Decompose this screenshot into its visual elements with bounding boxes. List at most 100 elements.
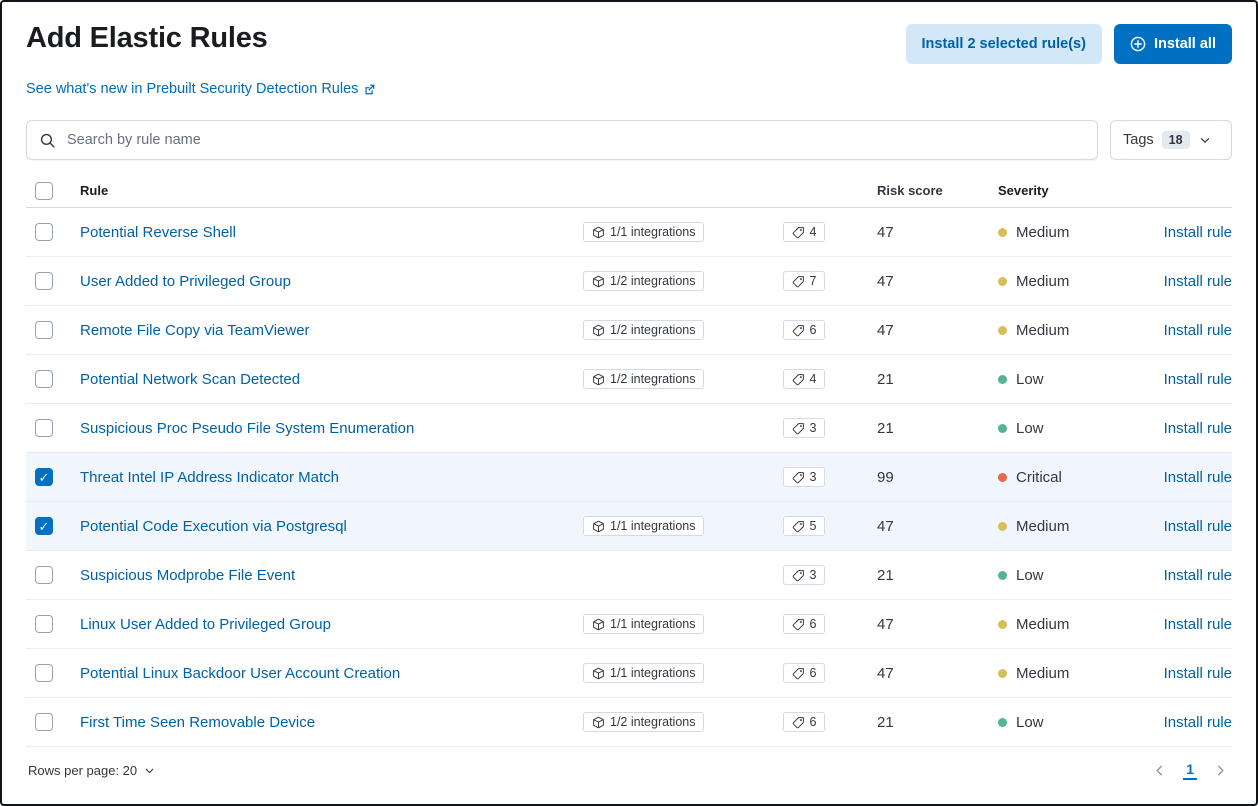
- package-icon: [592, 324, 605, 337]
- package-icon: [592, 520, 605, 533]
- tags-count: 7: [810, 274, 817, 288]
- tags-badge[interactable]: 6: [783, 663, 826, 683]
- tags-count: 3: [810, 470, 817, 484]
- row-checkbox[interactable]: [35, 223, 53, 241]
- install-all-label: Install all: [1154, 36, 1216, 52]
- table-row: Remote File Copy via TeamViewer 1/2 inte…: [26, 306, 1232, 355]
- integrations-badge: 1/1 integrations: [583, 222, 704, 242]
- install-selected-button[interactable]: Install 2 selected rule(s): [906, 24, 1102, 64]
- tags-badge[interactable]: 7: [783, 271, 826, 291]
- integrations-badge: 1/2 integrations: [583, 712, 704, 732]
- install-rule-link[interactable]: Install rule: [1164, 273, 1232, 290]
- severity-cell: Medium: [979, 616, 1144, 633]
- rule-name-link[interactable]: First Time Seen Removable Device: [80, 714, 315, 731]
- install-rule-link[interactable]: Install rule: [1164, 420, 1232, 437]
- tags-badge[interactable]: 3: [783, 565, 826, 585]
- install-rule-link[interactable]: Install rule: [1164, 665, 1232, 682]
- rule-name-link[interactable]: Remote File Copy via TeamViewer: [80, 322, 310, 339]
- install-all-button[interactable]: Install all: [1114, 24, 1232, 64]
- integrations-count: 1/2 integrations: [610, 323, 695, 337]
- external-link-icon: [363, 83, 376, 96]
- tags-badge[interactable]: 3: [783, 467, 826, 487]
- page-header: Add Elastic Rules Install 2 selected rul…: [26, 22, 1232, 64]
- severity-label: Low: [1016, 567, 1044, 584]
- row-checkbox[interactable]: [35, 517, 53, 535]
- page-number-1[interactable]: 1: [1183, 761, 1197, 780]
- severity-cell: Medium: [979, 665, 1144, 682]
- search-row: Tags 18: [26, 120, 1232, 160]
- row-checkbox[interactable]: [35, 615, 53, 633]
- integrations-badge: 1/1 integrations: [583, 614, 704, 634]
- select-all-checkbox[interactable]: [35, 182, 53, 200]
- install-rule-link[interactable]: Install rule: [1164, 322, 1232, 339]
- integrations-count: 1/1 integrations: [610, 666, 695, 680]
- row-checkbox[interactable]: [35, 272, 53, 290]
- install-rule-link[interactable]: Install rule: [1164, 224, 1232, 241]
- row-checkbox[interactable]: [35, 664, 53, 682]
- integrations-count: 1/1 integrations: [610, 617, 695, 631]
- severity-label: Medium: [1016, 322, 1069, 339]
- row-checkbox[interactable]: [35, 566, 53, 584]
- search-input[interactable]: [27, 121, 1097, 159]
- table-row: Potential Linux Backdoor User Account Cr…: [26, 649, 1232, 698]
- risk-score-value: 47: [859, 616, 979, 633]
- install-rule-link[interactable]: Install rule: [1164, 371, 1232, 388]
- package-icon: [592, 226, 605, 239]
- severity-cell: Low: [979, 371, 1144, 388]
- tags-badge[interactable]: 5: [783, 516, 826, 536]
- rule-name-link[interactable]: Potential Reverse Shell: [80, 224, 236, 241]
- severity-label: Medium: [1016, 273, 1069, 290]
- risk-score-value: 47: [859, 322, 979, 339]
- package-icon: [592, 618, 605, 631]
- rule-name-link[interactable]: Threat Intel IP Address Indicator Match: [80, 469, 339, 486]
- package-icon: [592, 373, 605, 386]
- tags-badge[interactable]: 3: [783, 418, 826, 438]
- severity-dot-icon: [998, 620, 1007, 629]
- row-checkbox[interactable]: [35, 713, 53, 731]
- row-checkbox[interactable]: [35, 468, 53, 486]
- rows-per-page-button[interactable]: Rows per page: 20: [28, 763, 156, 778]
- column-header-rule[interactable]: Rule: [70, 183, 559, 198]
- risk-score-value: 21: [859, 371, 979, 388]
- next-page-button[interactable]: [1211, 761, 1230, 780]
- table-row: Suspicious Modprobe File Event 3 21 Low …: [26, 551, 1232, 600]
- table-row: Threat Intel IP Address Indicator Match …: [26, 453, 1232, 502]
- tags-count: 3: [810, 568, 817, 582]
- tag-icon: [792, 520, 805, 533]
- risk-score-value: 21: [859, 714, 979, 731]
- whats-new-link[interactable]: See what's new in Prebuilt Security Dete…: [26, 81, 376, 97]
- tags-badge[interactable]: 4: [783, 369, 826, 389]
- rule-name-link[interactable]: Potential Network Scan Detected: [80, 371, 300, 388]
- rule-name-link[interactable]: Linux User Added to Privileged Group: [80, 616, 331, 633]
- install-rule-link[interactable]: Install rule: [1164, 567, 1232, 584]
- integrations-count: 1/1 integrations: [610, 519, 695, 533]
- tags-filter-button[interactable]: Tags 18: [1110, 120, 1232, 160]
- install-rule-link[interactable]: Install rule: [1164, 714, 1232, 731]
- row-checkbox[interactable]: [35, 370, 53, 388]
- column-header-severity[interactable]: Severity: [979, 183, 1144, 198]
- tag-icon: [792, 226, 805, 239]
- row-checkbox[interactable]: [35, 419, 53, 437]
- severity-label: Low: [1016, 371, 1044, 388]
- severity-cell: Low: [979, 714, 1144, 731]
- search-box: [26, 120, 1098, 160]
- tags-badge[interactable]: 6: [783, 712, 826, 732]
- rule-name-link[interactable]: Potential Linux Backdoor User Account Cr…: [80, 665, 400, 682]
- package-icon: [592, 275, 605, 288]
- install-rule-link[interactable]: Install rule: [1164, 616, 1232, 633]
- rule-name-link[interactable]: Suspicious Proc Pseudo File System Enume…: [80, 420, 414, 437]
- install-rule-link[interactable]: Install rule: [1164, 518, 1232, 535]
- tags-badge[interactable]: 4: [783, 222, 826, 242]
- install-rule-link[interactable]: Install rule: [1164, 469, 1232, 486]
- integrations-count: 1/1 integrations: [610, 225, 695, 239]
- rule-name-link[interactable]: User Added to Privileged Group: [80, 273, 291, 290]
- row-checkbox[interactable]: [35, 321, 53, 339]
- whats-new-row: See what's new in Prebuilt Security Dete…: [26, 80, 1232, 98]
- rules-table: Rule Risk score Severity Potential Rever…: [26, 174, 1232, 747]
- rule-name-link[interactable]: Suspicious Modprobe File Event: [80, 567, 295, 584]
- rule-name-link[interactable]: Potential Code Execution via Postgresql: [80, 518, 347, 535]
- previous-page-button[interactable]: [1150, 761, 1169, 780]
- column-header-risk-score[interactable]: Risk score: [859, 183, 979, 198]
- tags-badge[interactable]: 6: [783, 320, 826, 340]
- tags-badge[interactable]: 6: [783, 614, 826, 634]
